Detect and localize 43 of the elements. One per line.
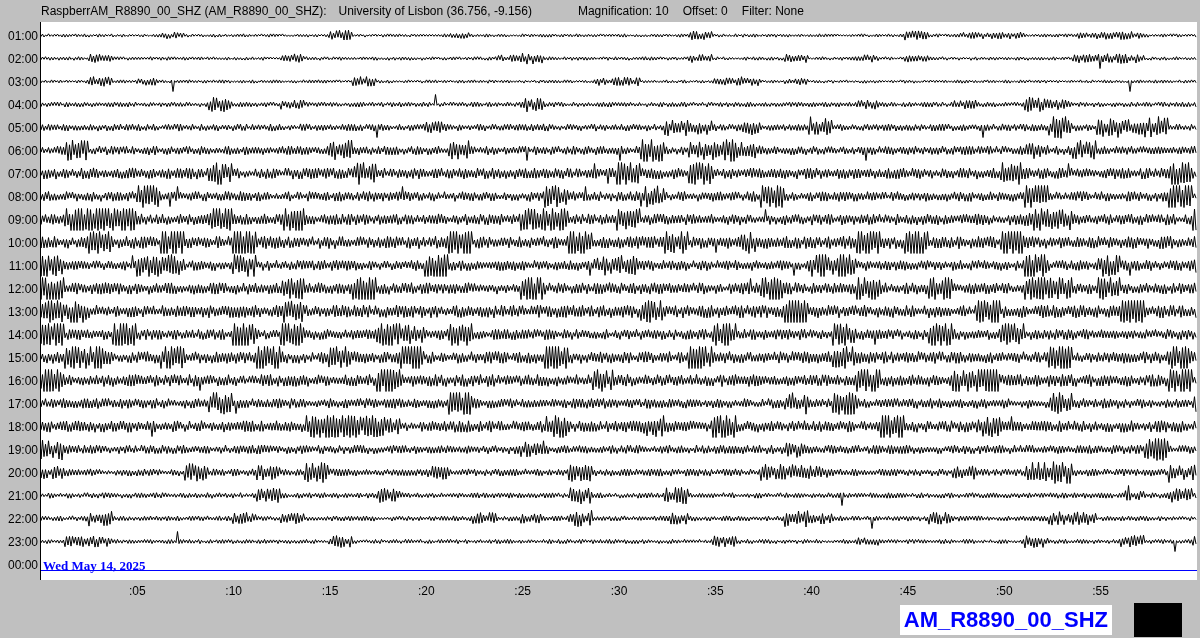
hour-label: 18:00: [7, 419, 38, 434]
hour-label: 20:00: [7, 465, 38, 480]
hour-label: 08:00: [7, 189, 38, 204]
hour-label: 02:00: [7, 51, 38, 66]
hour-label: 09:00: [7, 212, 38, 227]
hour-label: 23:00: [7, 534, 38, 549]
hour-label: 07:00: [7, 166, 38, 181]
filter-text: Filter: None: [741, 4, 804, 18]
hour-label: 19:00: [7, 442, 38, 457]
minute-tick-label: :05: [129, 584, 146, 598]
hour-label: 10:00: [7, 235, 38, 250]
offset-text: Offset: 0: [682, 4, 728, 18]
hour-label: 14:00: [7, 327, 38, 342]
hour-label: 12:00: [7, 281, 38, 296]
hour-label: 16:00: [7, 373, 38, 388]
hour-label: 00:00: [7, 557, 38, 572]
hour-label: 06:00: [7, 143, 38, 158]
date-label: Wed May 14, 2025: [42, 558, 146, 572]
station-name: RaspberrAM_R8890_00_SHZ (AM_R8890_00_SHZ):: [41, 4, 327, 18]
location-text: University of Lisbon (36.756, -9.156): [338, 4, 532, 18]
hour-label: 03:00: [7, 74, 38, 89]
hour-label: 13:00: [7, 304, 38, 319]
hour-label: 15:00: [7, 350, 38, 365]
magnification-text: Magnification: 10: [577, 4, 669, 18]
station-label: AM_R8890_00_SHZ: [899, 605, 1112, 635]
minute-tick-label: :50: [995, 584, 1013, 598]
minute-tick-label: :10: [225, 584, 242, 598]
minute-tick-label: :30: [610, 584, 628, 598]
minute-tick-label: :25: [514, 584, 531, 598]
indicator-square: [1134, 603, 1182, 637]
hour-label: 11:00: [8, 258, 38, 273]
hour-label: 22:00: [7, 511, 38, 526]
hour-label: 21:00: [7, 488, 38, 503]
hour-label: 01:00: [7, 28, 38, 43]
hour-label: 17:00: [7, 396, 38, 411]
minute-tick-label: :55: [1092, 584, 1109, 598]
minute-tick-label: :40: [803, 584, 820, 598]
hour-label: 04:00: [7, 97, 38, 112]
hour-label: 05:00: [7, 120, 38, 135]
minute-tick-label: :45: [899, 584, 917, 598]
minute-tick-label: :35: [706, 584, 724, 598]
minute-tick-label: :20: [417, 584, 435, 598]
minute-tick-label: :15: [321, 584, 339, 598]
